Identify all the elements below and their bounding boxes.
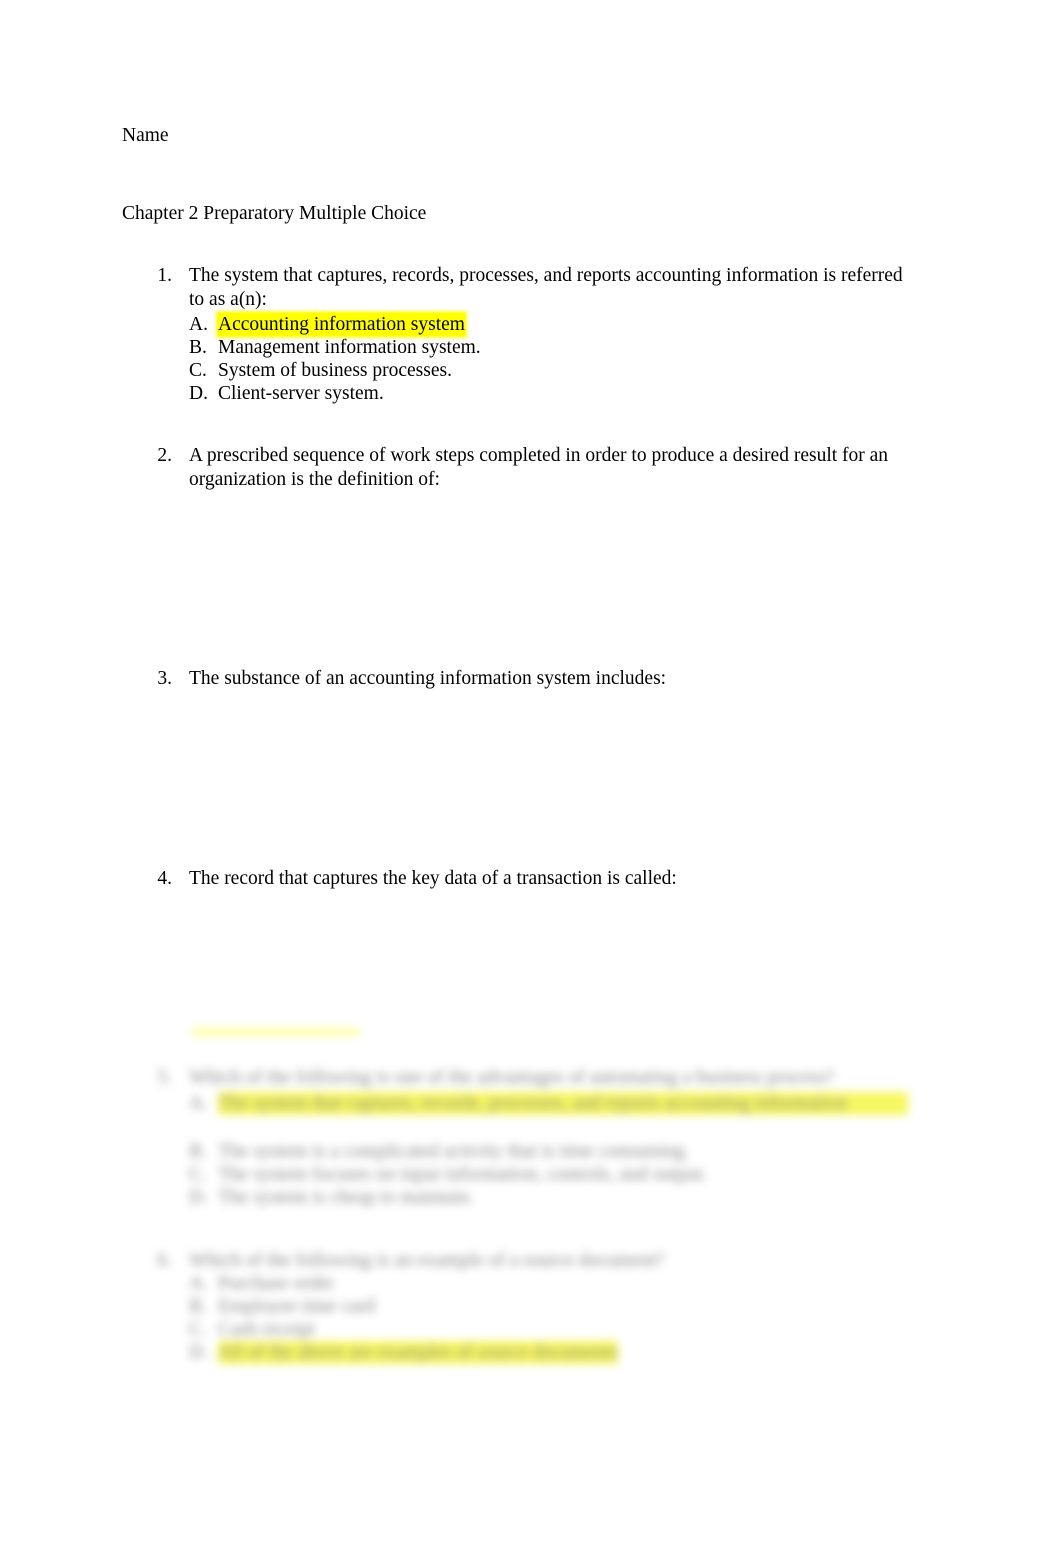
question-number: 5. [157,1067,172,1088]
choice-text: Client-server system. [218,383,384,404]
question-number: 4. [157,868,172,889]
choice-text: The system is cheap to maintain. [218,1187,474,1208]
question-stem: The substance of an accounting informati… [189,668,667,689]
choice-letter: B. [189,1141,207,1162]
choice-text: Cash receipt [218,1319,315,1340]
question-stem: Which of the following is an example of … [189,1250,665,1271]
stray-highlight-mark [192,1028,360,1036]
choice-letter: D. [189,1187,208,1208]
question-number: 1. [157,265,172,286]
choice-text: The system focuses on input information,… [218,1164,708,1185]
page-title: Chapter 2 Preparatory Multiple Choice [122,203,427,224]
name-label: Name [122,125,169,146]
choice-text: Purchase order [218,1273,335,1294]
choice-letter: B. [189,337,207,358]
question-stem: The system that captures, records, proce… [189,265,903,310]
question-number: 2. [157,445,172,466]
choice-text: The system that captures, records, proce… [218,1092,908,1115]
choice-text: System of business processes. [218,360,452,381]
choice-letter: C. [189,1164,207,1185]
choice-letter: C. [189,360,207,381]
choice-letter: A. [189,1273,208,1294]
question-stem: Which of the following is one of the adv… [189,1067,834,1088]
choice-text: Accounting information system [218,313,465,336]
choice-letter: C. [189,1319,207,1340]
document-page: Name Chapter 2 Preparatory Multiple Choi… [0,0,1062,1561]
question-stem: A prescribed sequence of work steps comp… [189,445,889,490]
choice-letter: D. [189,383,208,404]
document-body-blurred: 5. Which of the following is one of the … [0,1000,1062,1400]
choice-letter: D. [189,1342,208,1363]
choice-text: Management information system. [218,337,481,358]
choice-letter: A. [189,314,208,335]
choice-text: The system is a complicated activity tha… [218,1141,690,1162]
question-stem: The record that captures the key data of… [189,868,677,889]
choice-letter: A. [189,1093,208,1114]
question-number: 3. [157,668,172,689]
choice-text: Employee time card [218,1296,376,1317]
question-number: 6. [157,1250,172,1271]
choice-letter: B. [189,1296,207,1317]
choice-text: All of the above are examples of source … [218,1341,618,1364]
